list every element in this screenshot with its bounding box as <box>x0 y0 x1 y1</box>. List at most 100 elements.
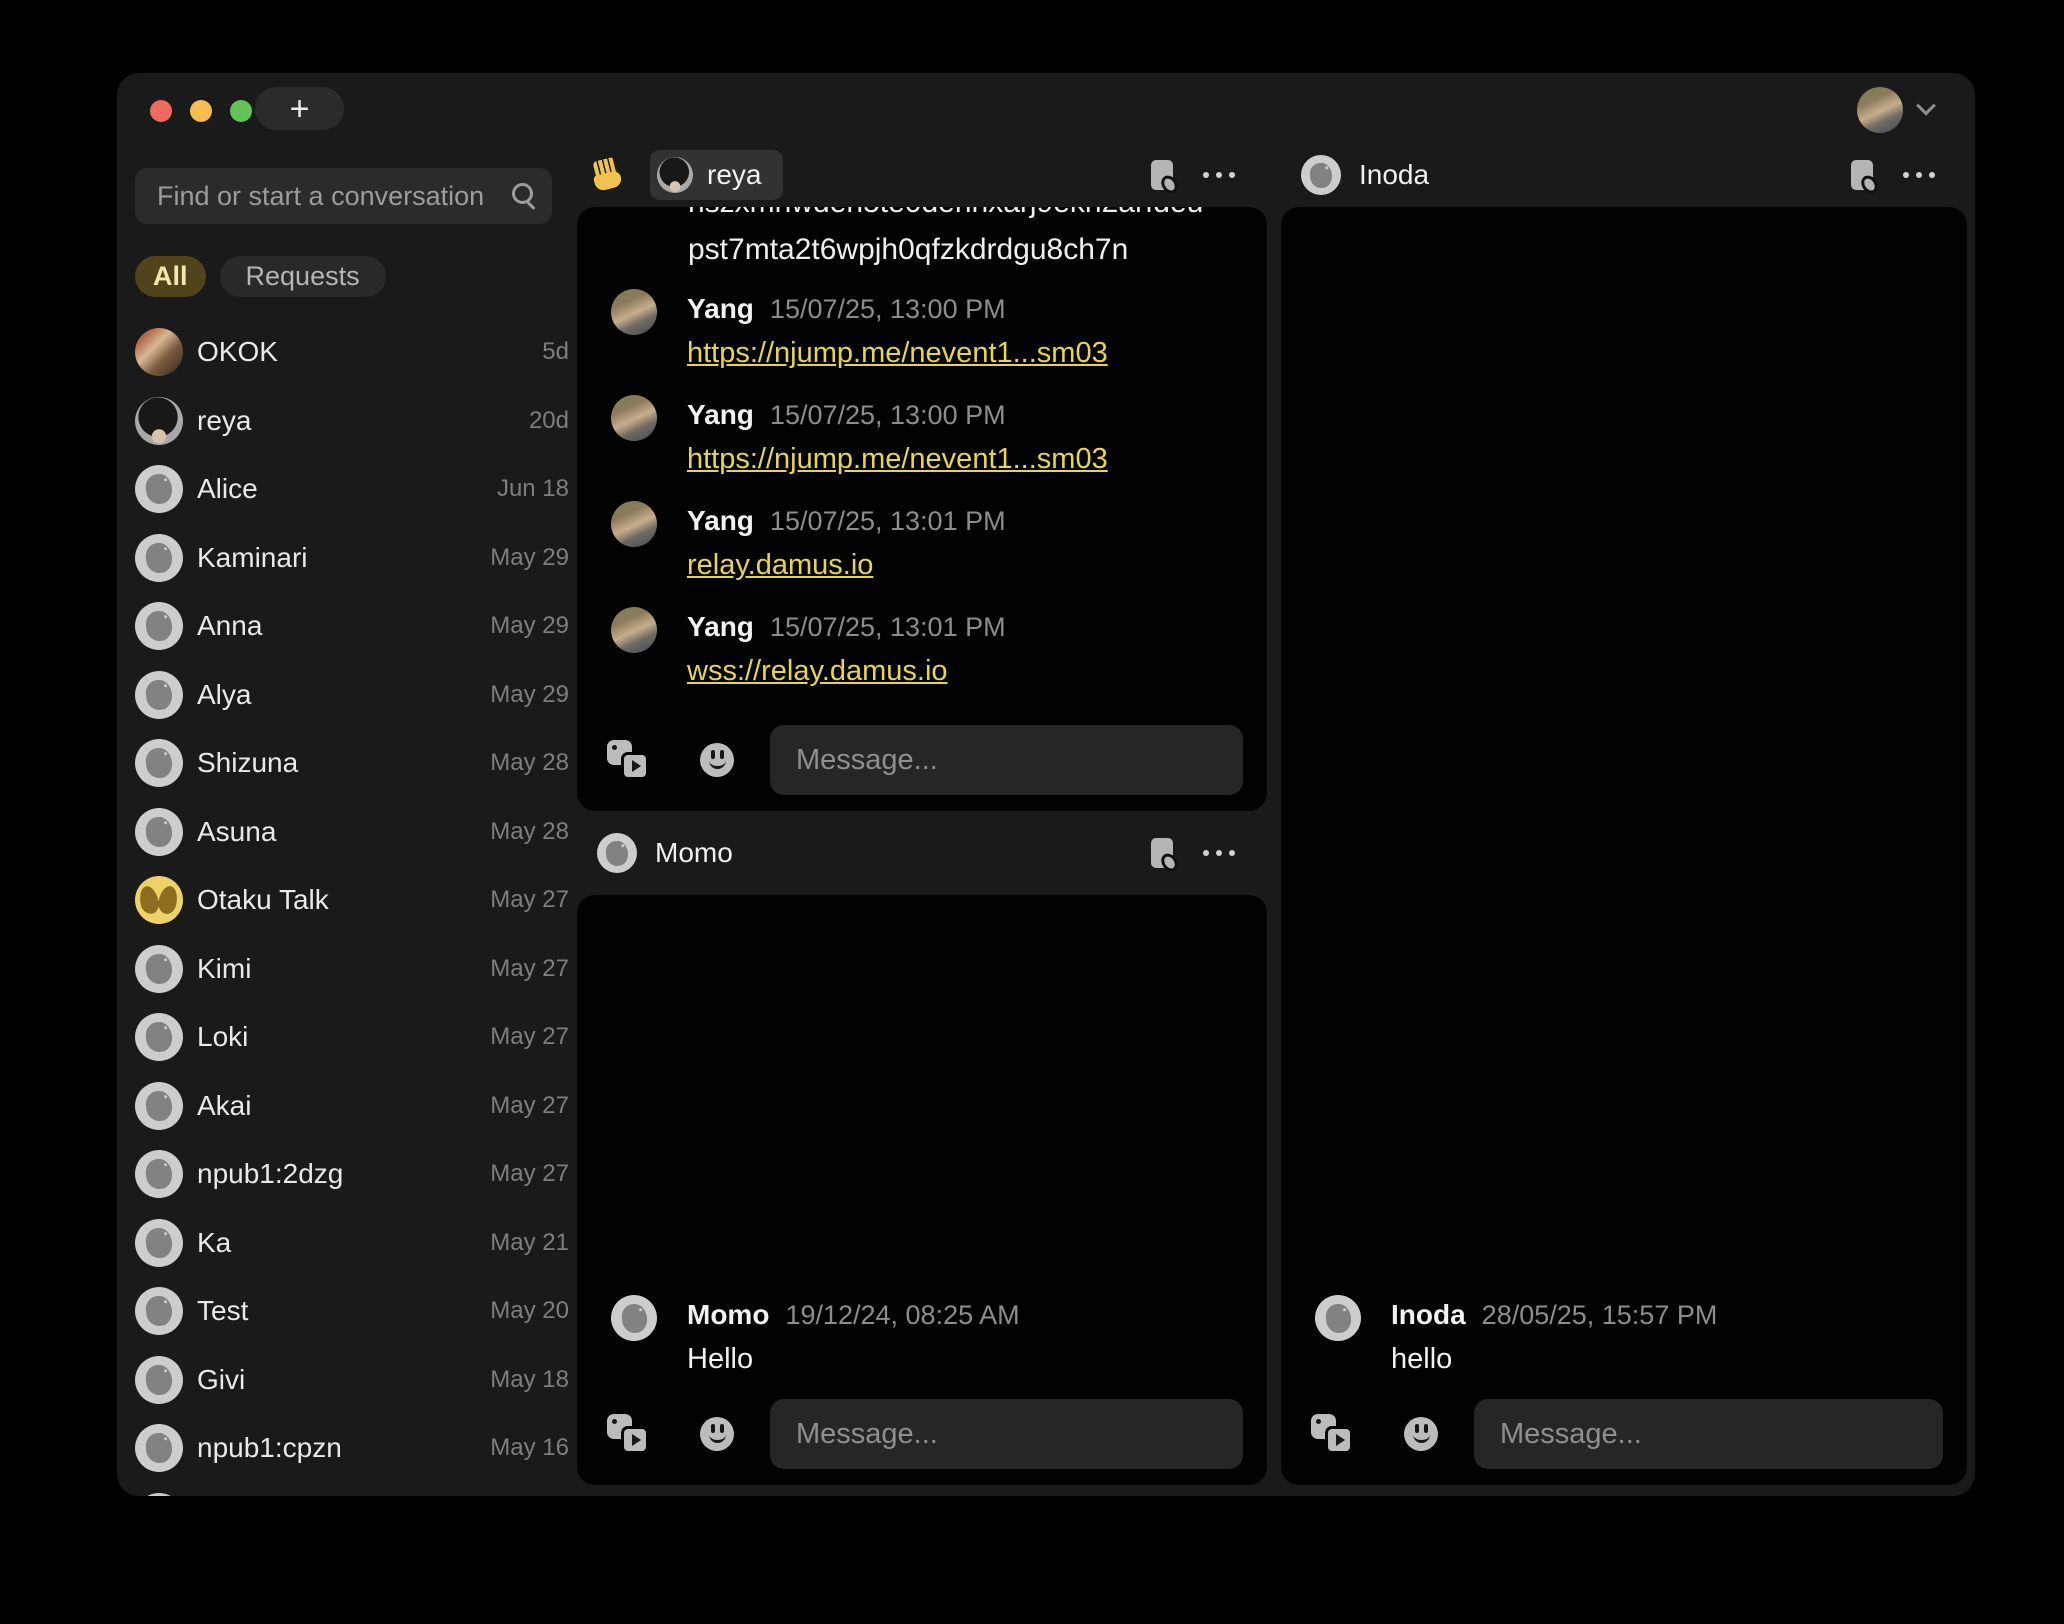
conversation-avatar <box>135 1013 183 1061</box>
conversation-list-item[interactable]: reya 20d <box>135 387 573 456</box>
conversation-list: OKOK 5d reya 20d Alice Jun 18 Kaminari M… <box>135 318 573 1496</box>
message-author-avatar <box>611 1295 657 1341</box>
conversation-date: May 16 <box>490 1434 569 1462</box>
message-link[interactable]: https://njump.me/nevent1...sm03 <box>687 331 1108 375</box>
message-timestamp: 28/05/25, 15:57 PM <box>1482 1295 1718 1335</box>
message-author: Yang <box>687 501 754 541</box>
chat-panel-inoda: Inoda 28/05/25, 15:57 PM hello <box>1281 207 1967 1485</box>
tab-all[interactable]: All <box>135 256 206 297</box>
emoji-picker-icon[interactable] <box>1404 1417 1438 1451</box>
conversation-list-item[interactable]: Alice Jun 18 <box>135 455 573 524</box>
conversation-name: npub1:cpzn <box>197 1432 342 1464</box>
conversation-list-item[interactable]: Givi May 18 <box>135 1346 573 1415</box>
message-header: Momo 19/12/24, 08:25 AM <box>687 1295 1020 1335</box>
conversation-name: Otaku Talk <box>197 884 329 916</box>
message-input[interactable] <box>1474 1399 1943 1469</box>
message-header: Inoda 28/05/25, 15:57 PM <box>1391 1295 1717 1335</box>
note-icon[interactable] <box>1851 160 1873 190</box>
media-attach-icon[interactable] <box>607 1414 649 1454</box>
message-input[interactable] <box>770 1399 1243 1469</box>
message-header: Yang 15/07/25, 13:00 PM <box>687 289 1108 329</box>
message-body: Yang 15/07/25, 13:00 PM https://njump.me… <box>687 289 1108 375</box>
more-options-icon[interactable] <box>1203 172 1235 178</box>
conversation-name: Test <box>197 1295 248 1327</box>
message-author-avatar <box>611 289 657 335</box>
conversation-list-item[interactable]: npub1:cpzn May 16 <box>135 1414 573 1483</box>
conversation-list-item[interactable]: Anna May 29 <box>135 592 573 661</box>
message-text: hello <box>1391 1337 1717 1381</box>
message-link[interactable]: relay.damus.io <box>687 543 1006 587</box>
conversation-date: May 29 <box>490 544 569 572</box>
account-menu[interactable] <box>1857 87 1933 133</box>
message-header: Yang 15/07/25, 13:01 PM <box>687 607 1006 647</box>
bird-icon <box>145 610 174 642</box>
more-options-icon[interactable] <box>1903 172 1935 178</box>
conversation-list-item[interactable]: Shizuna May 28 <box>135 729 573 798</box>
message-author: Yang <box>687 607 754 647</box>
emoji-picker-icon[interactable] <box>700 743 734 777</box>
message-composer <box>601 725 1243 795</box>
note-icon[interactable] <box>1151 838 1173 868</box>
conversation-list-item[interactable]: Kaminari May 29 <box>135 524 573 593</box>
note-icon[interactable] <box>1151 160 1173 190</box>
media-attach-icon[interactable] <box>1311 1414 1353 1454</box>
message-author: Yang <box>687 395 754 435</box>
message-author-avatar <box>611 607 657 653</box>
conversation-list-item[interactable]: npub1:2dzg May 27 <box>135 1140 573 1209</box>
conversation-list-item[interactable]: Ka May 21 <box>135 1209 573 1278</box>
conversation-avatar <box>135 1356 183 1404</box>
conversation-date: May 28 <box>490 749 569 777</box>
conversation-avatar <box>135 1493 183 1496</box>
new-chat-button[interactable]: + <box>255 87 344 130</box>
bird-icon <box>620 1303 648 1334</box>
chat-column-left: reya hszxmhwden5te0dehhxarj9ekh2arfdeu p… <box>577 143 1267 1485</box>
emoji-picker-icon[interactable] <box>700 1417 734 1451</box>
conversation-list-item[interactable]: Loki May 27 <box>135 1003 573 1072</box>
chevron-down-icon[interactable] <box>1916 96 1936 116</box>
bird-icon <box>145 1432 174 1464</box>
message-header: Yang 15/07/25, 13:01 PM <box>687 501 1006 541</box>
bird-icon <box>605 840 629 867</box>
message: Yang 15/07/25, 13:00 PM https://njump.me… <box>611 395 1243 481</box>
conversation-list-item[interactable]: OKOK 5d <box>135 318 573 387</box>
conversation-list-item[interactable]: Akai May 27 <box>135 1072 573 1141</box>
conversation-avatar <box>135 1082 183 1130</box>
chat-column-right: Inoda Inoda 28/05/25, 15:57 PM hello <box>1281 143 1967 1485</box>
conversation-list-item[interactable]: Test May 20 <box>135 1277 573 1346</box>
close-window-button[interactable] <box>150 100 172 122</box>
message: Momo 19/12/24, 08:25 AM Hello <box>611 1295 1243 1381</box>
message-body: Yang 15/07/25, 13:00 PM https://njump.me… <box>687 395 1108 481</box>
conversation-list-item[interactable] <box>135 1483 573 1497</box>
message-composer <box>1305 1399 1943 1469</box>
conversation-avatar <box>135 1219 183 1267</box>
conversation-name: Alice <box>197 473 258 505</box>
screen: + All Requests OKOK 5d reya 20d Alice Ju… <box>0 0 2064 1624</box>
maximize-window-button[interactable] <box>230 100 252 122</box>
message-body: Yang 15/07/25, 13:01 PM wss://relay.damu… <box>687 607 1006 693</box>
chat-avatar <box>657 157 693 193</box>
conversation-name: OKOK <box>197 336 278 368</box>
conversation-list-item[interactable]: Asuna May 28 <box>135 798 573 867</box>
search-input[interactable] <box>135 168 552 224</box>
header-actions <box>1151 160 1267 190</box>
conversation-name: npub1:2dzg <box>197 1158 343 1190</box>
message-input[interactable] <box>770 725 1243 795</box>
conversation-list-item[interactable]: Alya May 29 <box>135 661 573 730</box>
chat-title-pill[interactable]: reya <box>650 150 783 200</box>
message-author: Momo <box>687 1295 769 1335</box>
header-actions <box>1151 838 1267 868</box>
message-link[interactable]: wss://relay.damus.io <box>687 649 1006 693</box>
conversation-date: May 29 <box>490 612 569 640</box>
minimize-window-button[interactable] <box>190 100 212 122</box>
account-avatar[interactable] <box>1857 87 1903 133</box>
more-options-icon[interactable] <box>1203 850 1235 856</box>
tab-requests[interactable]: Requests <box>220 256 386 297</box>
conversation-list-item[interactable]: Kimi May 27 <box>135 935 573 1004</box>
media-attach-icon[interactable] <box>607 740 649 780</box>
message-timestamp: 15/07/25, 13:00 PM <box>770 395 1006 435</box>
message-link[interactable]: https://njump.me/nevent1...sm03 <box>687 437 1108 481</box>
chat-panel-momo: Momo 19/12/24, 08:25 AM Hello <box>577 895 1267 1485</box>
chat-title: reya <box>707 159 761 191</box>
conversation-list-item[interactable]: Otaku Talk May 27 <box>135 866 573 935</box>
message: Yang 15/07/25, 13:01 PM relay.damus.io <box>611 501 1243 587</box>
